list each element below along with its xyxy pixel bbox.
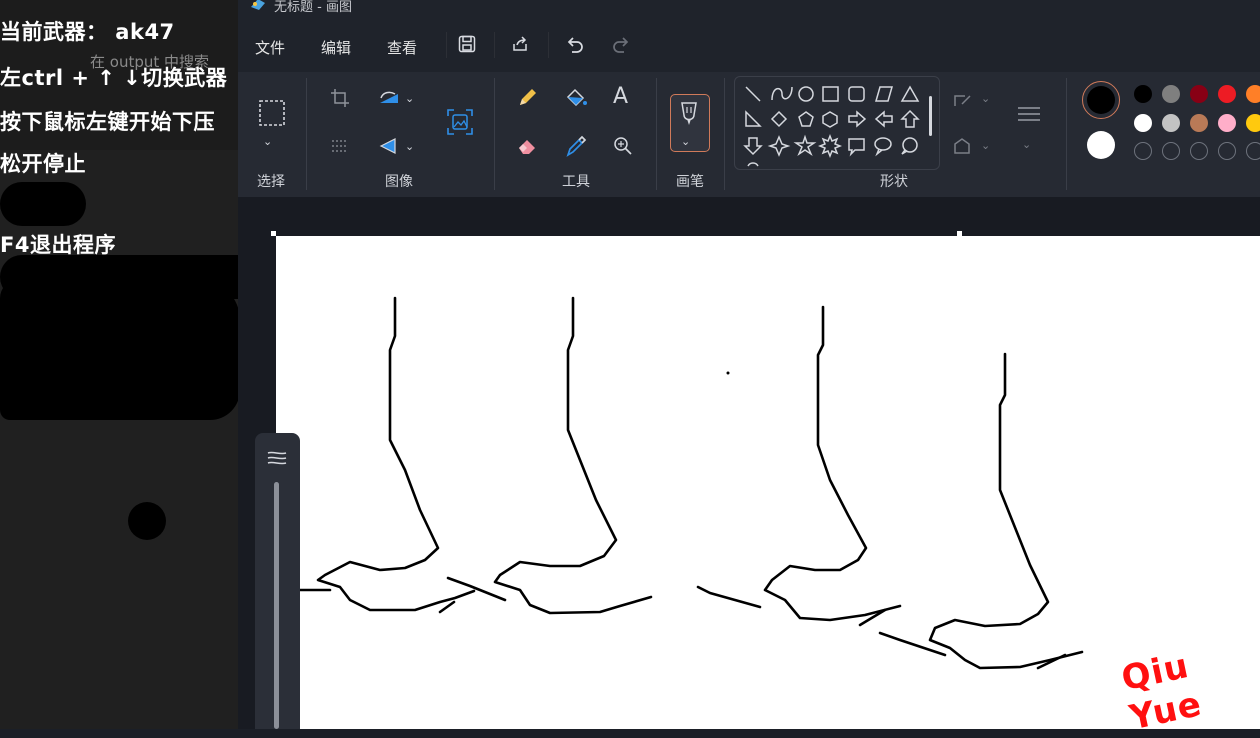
palette-color-light-gray[interactable]: [1162, 114, 1180, 132]
color-picker-icon[interactable]: [565, 134, 587, 158]
stroke-width-icon: [267, 451, 287, 465]
outline-icon[interactable]: [952, 90, 974, 110]
menu-view[interactable]: 查看: [387, 37, 417, 58]
palette-color-gold[interactable]: [1246, 114, 1260, 132]
text-tool-icon[interactable]: A: [613, 86, 628, 108]
press-start-hint: 按下鼠标左键开始下压: [0, 110, 215, 134]
drawn-strokes: [298, 296, 1084, 670]
switch-weapon-hint: 左ctrl + ↑ ↓切换武器: [0, 66, 228, 90]
select-rectangle-icon[interactable]: [258, 99, 286, 127]
chevron-down-icon[interactable]: ⌄: [981, 137, 990, 155]
redaction-blob: [0, 182, 86, 226]
group-label-shapes: 形状: [880, 174, 908, 190]
menu-edit[interactable]: 编辑: [321, 37, 351, 58]
primary-color-swatch[interactable]: [1087, 86, 1115, 114]
palette-color-red[interactable]: [1218, 85, 1236, 103]
image-generator-icon[interactable]: [446, 108, 474, 136]
fill-icon[interactable]: [952, 136, 974, 156]
redo-icon[interactable]: [611, 34, 631, 54]
resize-icon[interactable]: [378, 88, 400, 108]
redaction-dot: [128, 502, 166, 540]
chevron-down-icon[interactable]: ⌄: [263, 133, 272, 151]
palette-custom-slot[interactable]: [1246, 142, 1260, 160]
chevron-down-icon[interactable]: ⌄: [981, 90, 990, 108]
brush-icon: [681, 102, 697, 125]
menu-file[interactable]: 文件: [255, 37, 285, 58]
palette-color-orange[interactable]: [1246, 85, 1260, 103]
palette-custom-slot[interactable]: [1134, 142, 1152, 160]
paint-app-icon: [251, 0, 265, 10]
group-label-image: 图像: [385, 174, 413, 190]
chevron-down-icon[interactable]: ⌄: [681, 133, 690, 151]
palette-custom-slot[interactable]: [1162, 142, 1180, 160]
palette-color-gray[interactable]: [1162, 85, 1180, 103]
palette-color-brown[interactable]: [1190, 114, 1208, 132]
palette-color-dark-red[interactable]: [1190, 85, 1208, 103]
pencil-icon[interactable]: [516, 87, 538, 109]
secondary-color-swatch[interactable]: [1087, 131, 1115, 159]
palette-color-white[interactable]: [1134, 114, 1152, 132]
palette-custom-slot[interactable]: [1218, 142, 1236, 160]
remove-background-icon[interactable]: [330, 137, 350, 155]
palette-custom-slot[interactable]: [1190, 142, 1208, 160]
fill-bucket-icon[interactable]: [564, 87, 588, 109]
group-label-select: 选择: [257, 174, 285, 190]
group-label-brush: 画笔: [676, 174, 704, 190]
stroke-size-icon[interactable]: [1015, 104, 1043, 126]
palette-color-black[interactable]: [1134, 85, 1152, 103]
crop-icon[interactable]: [330, 88, 350, 108]
palette-color-pink[interactable]: [1218, 114, 1236, 132]
shapes-scrollbar[interactable]: [929, 96, 932, 136]
eraser-icon[interactable]: [517, 136, 539, 156]
chevron-down-icon[interactable]: ⌄: [405, 90, 414, 108]
magnifier-icon[interactable]: [613, 136, 633, 156]
current-weapon-text: 当前武器： ak47: [0, 20, 175, 44]
share-icon[interactable]: [511, 35, 529, 53]
group-label-tools: 工具: [562, 174, 590, 190]
undo-icon[interactable]: [565, 34, 585, 54]
save-icon[interactable]: [458, 35, 476, 53]
chevron-down-icon[interactable]: ⌄: [1022, 136, 1031, 154]
titlebar: [238, 0, 1260, 14]
zoom-slider-track[interactable]: [274, 482, 279, 729]
window-title: 无标题 - 画图: [274, 0, 352, 15]
rotate-icon[interactable]: [378, 136, 400, 156]
redaction-blob: [0, 280, 240, 420]
chevron-down-icon[interactable]: ⌄: [405, 138, 414, 156]
release-stop-hint: 松开停止: [0, 152, 86, 176]
shapes-gallery-icons[interactable]: [740, 80, 930, 170]
